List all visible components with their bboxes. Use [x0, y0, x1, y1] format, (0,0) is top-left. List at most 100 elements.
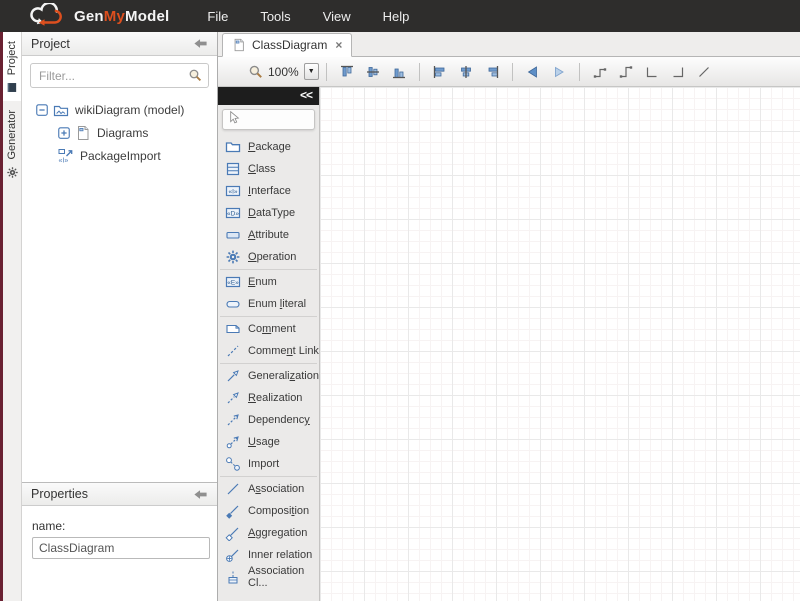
align-bottom-button[interactable]	[387, 61, 411, 83]
route-step-button[interactable]	[588, 61, 612, 83]
diagram-file-icon	[232, 38, 246, 52]
comment-icon	[225, 321, 241, 337]
tree-item-packageimport[interactable]: «I» PackageImport	[30, 144, 209, 167]
route-corner-right-button[interactable]	[666, 61, 690, 83]
sidebar-tab-generator[interactable]: Generator	[3, 101, 21, 186]
route-straight-button[interactable]	[692, 61, 716, 83]
flip-left-button[interactable]	[521, 61, 545, 83]
palette-item-dependency[interactable]: Dependency	[218, 409, 319, 431]
palette-item-attribute[interactable]: Attribute	[218, 224, 319, 246]
properties-panel-header: Properties	[22, 482, 217, 506]
tool-palette: << Package Class«I»Interface «D» DataType At…	[218, 87, 320, 601]
project-tree: wikiDiagram (model)Diagrams «I» PackageImp…	[30, 88, 209, 167]
palette-separator	[220, 363, 317, 364]
book-icon	[6, 81, 19, 94]
comment-link-icon	[225, 343, 241, 359]
palette-item-aggregation[interactable]: Aggregation	[218, 522, 319, 544]
tree-item-diagrams[interactable]: Diagrams	[30, 121, 209, 144]
tab-classdiagram[interactable]: ClassDiagram ×	[222, 33, 352, 57]
palette-item-enum[interactable]: «E» Enum	[218, 271, 319, 293]
sidebar-tab-project[interactable]: Project	[3, 32, 21, 101]
left-panel: Project wikiDiagram (model)Diagrams «I» Pa…	[22, 32, 218, 601]
gear-icon	[6, 166, 19, 179]
menu-item-view[interactable]: View	[307, 3, 367, 30]
toolbar-separator	[419, 63, 420, 81]
palette-item-enum-literal[interactable]: Enum literal	[218, 293, 319, 315]
align-right-button[interactable]	[480, 61, 504, 83]
magnifier-icon	[188, 68, 203, 83]
svg-text:«I»: «I»	[59, 157, 69, 164]
package-import-icon: «I»	[58, 148, 74, 164]
select-tool-button[interactable]	[222, 109, 315, 130]
flip-right-button[interactable]	[547, 61, 571, 83]
palette-item-label: Operation	[248, 251, 296, 263]
operation-icon	[225, 249, 241, 265]
route-zigzag-button[interactable]	[614, 61, 638, 83]
filter-input[interactable]	[30, 63, 209, 88]
palette-item-comment-link[interactable]: Comment Link	[218, 340, 319, 362]
palette-item-operation[interactable]: Operation	[218, 246, 319, 268]
aggregation-icon	[225, 525, 241, 541]
palette-item-import[interactable]: Import	[218, 453, 319, 475]
association-class-icon	[225, 569, 241, 585]
diagram-canvas[interactable]	[320, 87, 800, 601]
palette-item-label: Package	[248, 141, 291, 153]
palette-item-realization[interactable]: Realization	[218, 387, 319, 409]
brand-text: GenMyModel	[74, 8, 169, 25]
palette-item-datatype[interactable]: «D» DataType	[218, 202, 319, 224]
tree-item-wikidiagram-model[interactable]: wikiDiagram (model)	[30, 98, 209, 121]
align-center-button[interactable]	[454, 61, 478, 83]
align-left-button[interactable]	[428, 61, 452, 83]
palette-item-label: Attribute	[248, 229, 289, 241]
project-panel-title: Project	[31, 37, 70, 51]
collapse-left-icon[interactable]	[193, 487, 208, 502]
menu-item-tools[interactable]: Tools	[244, 3, 306, 30]
palette-item-label: Inner relation	[248, 549, 312, 561]
palette-item-association-cl[interactable]: Association Cl...	[218, 566, 319, 588]
tree-item-label: PackageImport	[80, 149, 161, 163]
app-window: GenMyModel FileToolsViewHelp ProjectGene…	[0, 0, 800, 601]
svg-text:«I»: «I»	[228, 188, 237, 195]
menubar: FileToolsViewHelp	[191, 3, 425, 30]
name-field[interactable]	[32, 537, 210, 559]
menu-item-file[interactable]: File	[191, 3, 244, 30]
toolbar-separator	[326, 63, 327, 81]
close-tab-icon[interactable]: ×	[335, 38, 342, 52]
align-top-button[interactable]	[335, 61, 359, 83]
plus-box-icon[interactable]	[58, 127, 70, 139]
route-corner-left-button[interactable]	[640, 61, 664, 83]
datatype-icon: «D»	[225, 205, 241, 221]
palette-item-label: DataType	[248, 207, 295, 219]
palette-item-label: Dependency	[248, 414, 310, 426]
palette-item-class[interactable]: Class	[218, 158, 319, 180]
palette-item-label: Association Cl...	[248, 565, 319, 589]
palette-item-package[interactable]: Package	[218, 136, 319, 158]
minus-box-icon[interactable]	[36, 104, 48, 116]
palette-item-label: Association	[248, 483, 304, 495]
realization-icon	[225, 390, 241, 406]
align-middle-button[interactable]	[361, 61, 385, 83]
collapse-left-icon[interactable]	[193, 36, 208, 51]
palette-item-label: Usage	[248, 436, 280, 448]
menu-item-help[interactable]: Help	[367, 3, 426, 30]
palette-item-comment[interactable]: Comment	[218, 318, 319, 340]
palette-separator	[220, 476, 317, 477]
palette-item-label: Enum	[248, 276, 277, 288]
svg-text:«D»: «D»	[227, 210, 239, 217]
enum-icon: «E»	[225, 274, 241, 290]
diagram-file-icon	[75, 125, 91, 141]
palette-item-usage[interactable]: Usage	[218, 431, 319, 453]
zoom-dropdown-button[interactable]: ▼	[304, 63, 319, 80]
palette-item-association[interactable]: Association	[218, 478, 319, 500]
palette-item-label: Comment Link	[248, 345, 319, 357]
palette-item-inner-relation[interactable]: Inner relation	[218, 544, 319, 566]
palette-separator	[220, 316, 317, 317]
palette-item-generalization[interactable]: Generalization	[218, 365, 319, 387]
zoom-level: 100%	[268, 65, 299, 79]
diagram-toolbar: 100% ▼	[218, 57, 800, 87]
palette-item-label: Composition	[248, 505, 309, 517]
palette-item-interface[interactable]: «I»Interface	[218, 180, 319, 202]
palette-item-composition[interactable]: Composition	[218, 500, 319, 522]
palette-collapse-button[interactable]: <<	[218, 87, 319, 105]
tabbar: ClassDiagram ×	[218, 32, 800, 57]
